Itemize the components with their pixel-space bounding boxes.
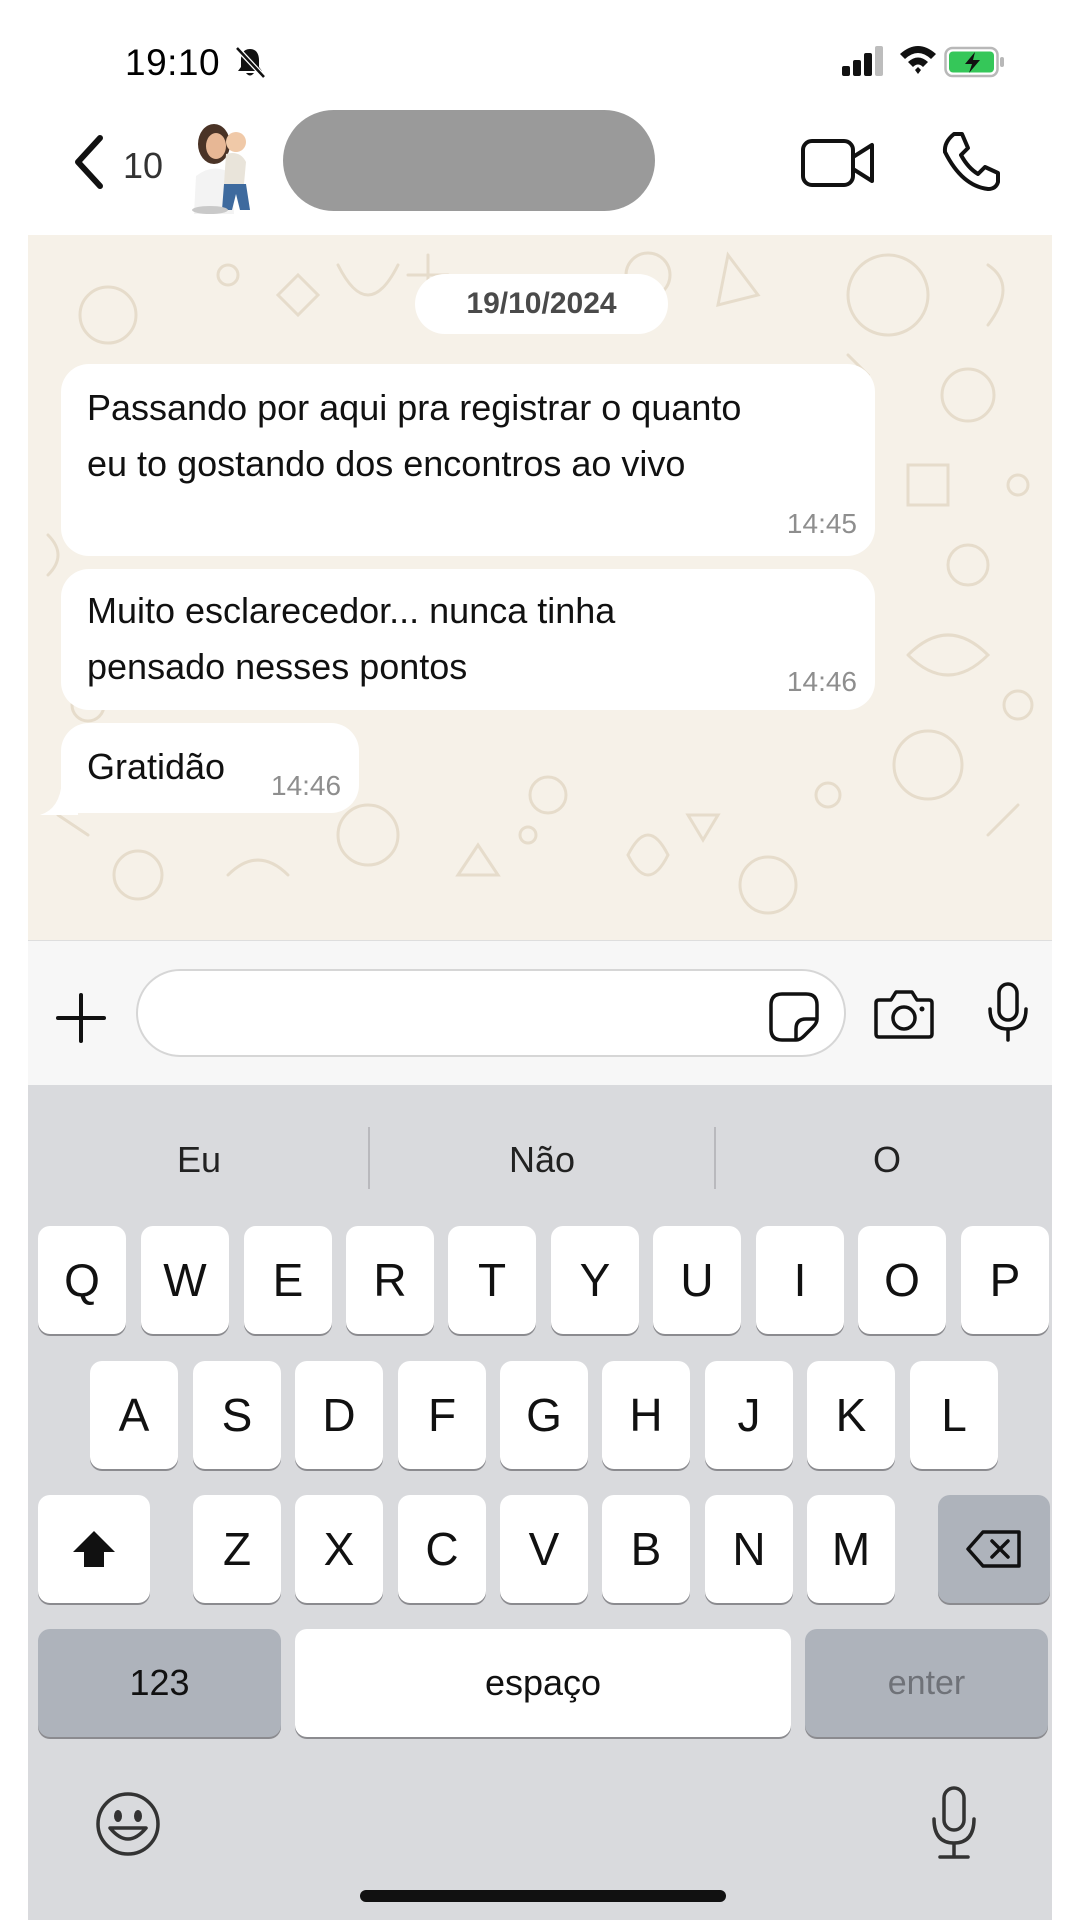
key-f[interactable]: F (398, 1361, 486, 1469)
backspace-icon (966, 1530, 1021, 1568)
suggestion-3[interactable]: O (787, 1139, 987, 1181)
numbers-key[interactable]: 123 (38, 1629, 281, 1737)
key-s[interactable]: S (193, 1361, 281, 1469)
sticker-icon[interactable] (768, 991, 820, 1043)
key-y[interactable]: Y (551, 1226, 639, 1334)
dictation-mic-icon[interactable] (928, 1785, 980, 1861)
date-chip: 19/10/2024 (415, 274, 668, 334)
message-text: Passando por aqui pra registrar o quanto… (87, 387, 742, 484)
key-d[interactable]: D (295, 1361, 383, 1469)
contact-name-redacted[interactable] (283, 110, 655, 211)
key-z[interactable]: Z (193, 1495, 281, 1603)
video-call-icon[interactable] (800, 135, 876, 191)
message-time: 14:46 (786, 666, 857, 697)
shift-icon (73, 1531, 115, 1567)
message-input[interactable] (136, 969, 846, 1057)
key-i[interactable]: I (756, 1226, 844, 1334)
message-bubble[interactable]: Passando por aqui pra registrar o quanto… (61, 364, 875, 556)
key-w[interactable]: W (141, 1226, 229, 1334)
bell-muted-icon (235, 46, 266, 79)
message-time: 14:46 (271, 770, 342, 801)
message-bubble[interactable]: Gratidão 14:46 (61, 723, 359, 813)
key-a[interactable]: A (90, 1361, 178, 1469)
message-text: Gratidão (87, 746, 226, 787)
keyboard: Eu Não O Q W E R T Y U I O P A S D F G H… (28, 1085, 1052, 1920)
key-x[interactable]: X (295, 1495, 383, 1603)
key-b[interactable]: B (602, 1495, 690, 1603)
key-q[interactable]: Q (38, 1226, 126, 1334)
key-h[interactable]: H (602, 1361, 690, 1469)
key-r[interactable]: R (346, 1226, 434, 1334)
status-bar: 19:10 (0, 0, 1080, 110)
home-indicator[interactable] (360, 1890, 726, 1902)
camera-icon[interactable] (873, 988, 935, 1040)
key-n[interactable]: N (705, 1495, 793, 1603)
chevron-left-icon[interactable] (68, 132, 108, 192)
key-m[interactable]: M (807, 1495, 895, 1603)
suggestion-2[interactable]: Não (442, 1139, 642, 1181)
shift-key[interactable] (38, 1495, 150, 1603)
emoji-icon[interactable] (94, 1790, 162, 1858)
message-input-bar (28, 940, 1052, 1085)
key-o[interactable]: O (858, 1226, 946, 1334)
space-key[interactable]: espaço (295, 1629, 791, 1737)
chat-header: 10 (0, 110, 1080, 345)
message-text: Muito esclarecedor... nunca tinha pensad… (87, 590, 616, 687)
avatar[interactable] (184, 114, 256, 214)
backspace-key[interactable] (938, 1495, 1050, 1603)
key-v[interactable]: V (500, 1495, 588, 1603)
key-u[interactable]: U (653, 1226, 741, 1334)
status-time: 19:10 (125, 42, 221, 83)
message-bubble[interactable]: Muito esclarecedor... nunca tinha pensad… (61, 569, 875, 710)
key-l[interactable]: L (910, 1361, 998, 1469)
microphone-icon[interactable] (984, 981, 1032, 1043)
phone-call-icon[interactable] (940, 130, 1000, 192)
suggestion-divider (714, 1127, 716, 1189)
message-time: 14:45 (786, 508, 857, 539)
battery-charging-icon (944, 46, 1004, 78)
suggestion-1[interactable]: Eu (99, 1139, 299, 1181)
enter-key[interactable]: enter (805, 1629, 1048, 1737)
suggestion-divider (368, 1127, 370, 1189)
unread-count[interactable]: 10 (123, 145, 163, 187)
signal-icon (842, 46, 883, 76)
key-c[interactable]: C (398, 1495, 486, 1603)
keyboard-suggestions: Eu Não O (28, 1085, 1052, 1225)
chat-area[interactable]: 19/10/2024 Passando por aqui pra registr… (28, 235, 1052, 940)
key-p[interactable]: P (961, 1226, 1049, 1334)
key-e[interactable]: E (244, 1226, 332, 1334)
key-t[interactable]: T (448, 1226, 536, 1334)
plus-icon[interactable] (54, 991, 108, 1045)
key-j[interactable]: J (705, 1361, 793, 1469)
key-g[interactable]: G (500, 1361, 588, 1469)
key-k[interactable]: K (807, 1361, 895, 1469)
wifi-icon (900, 46, 936, 74)
